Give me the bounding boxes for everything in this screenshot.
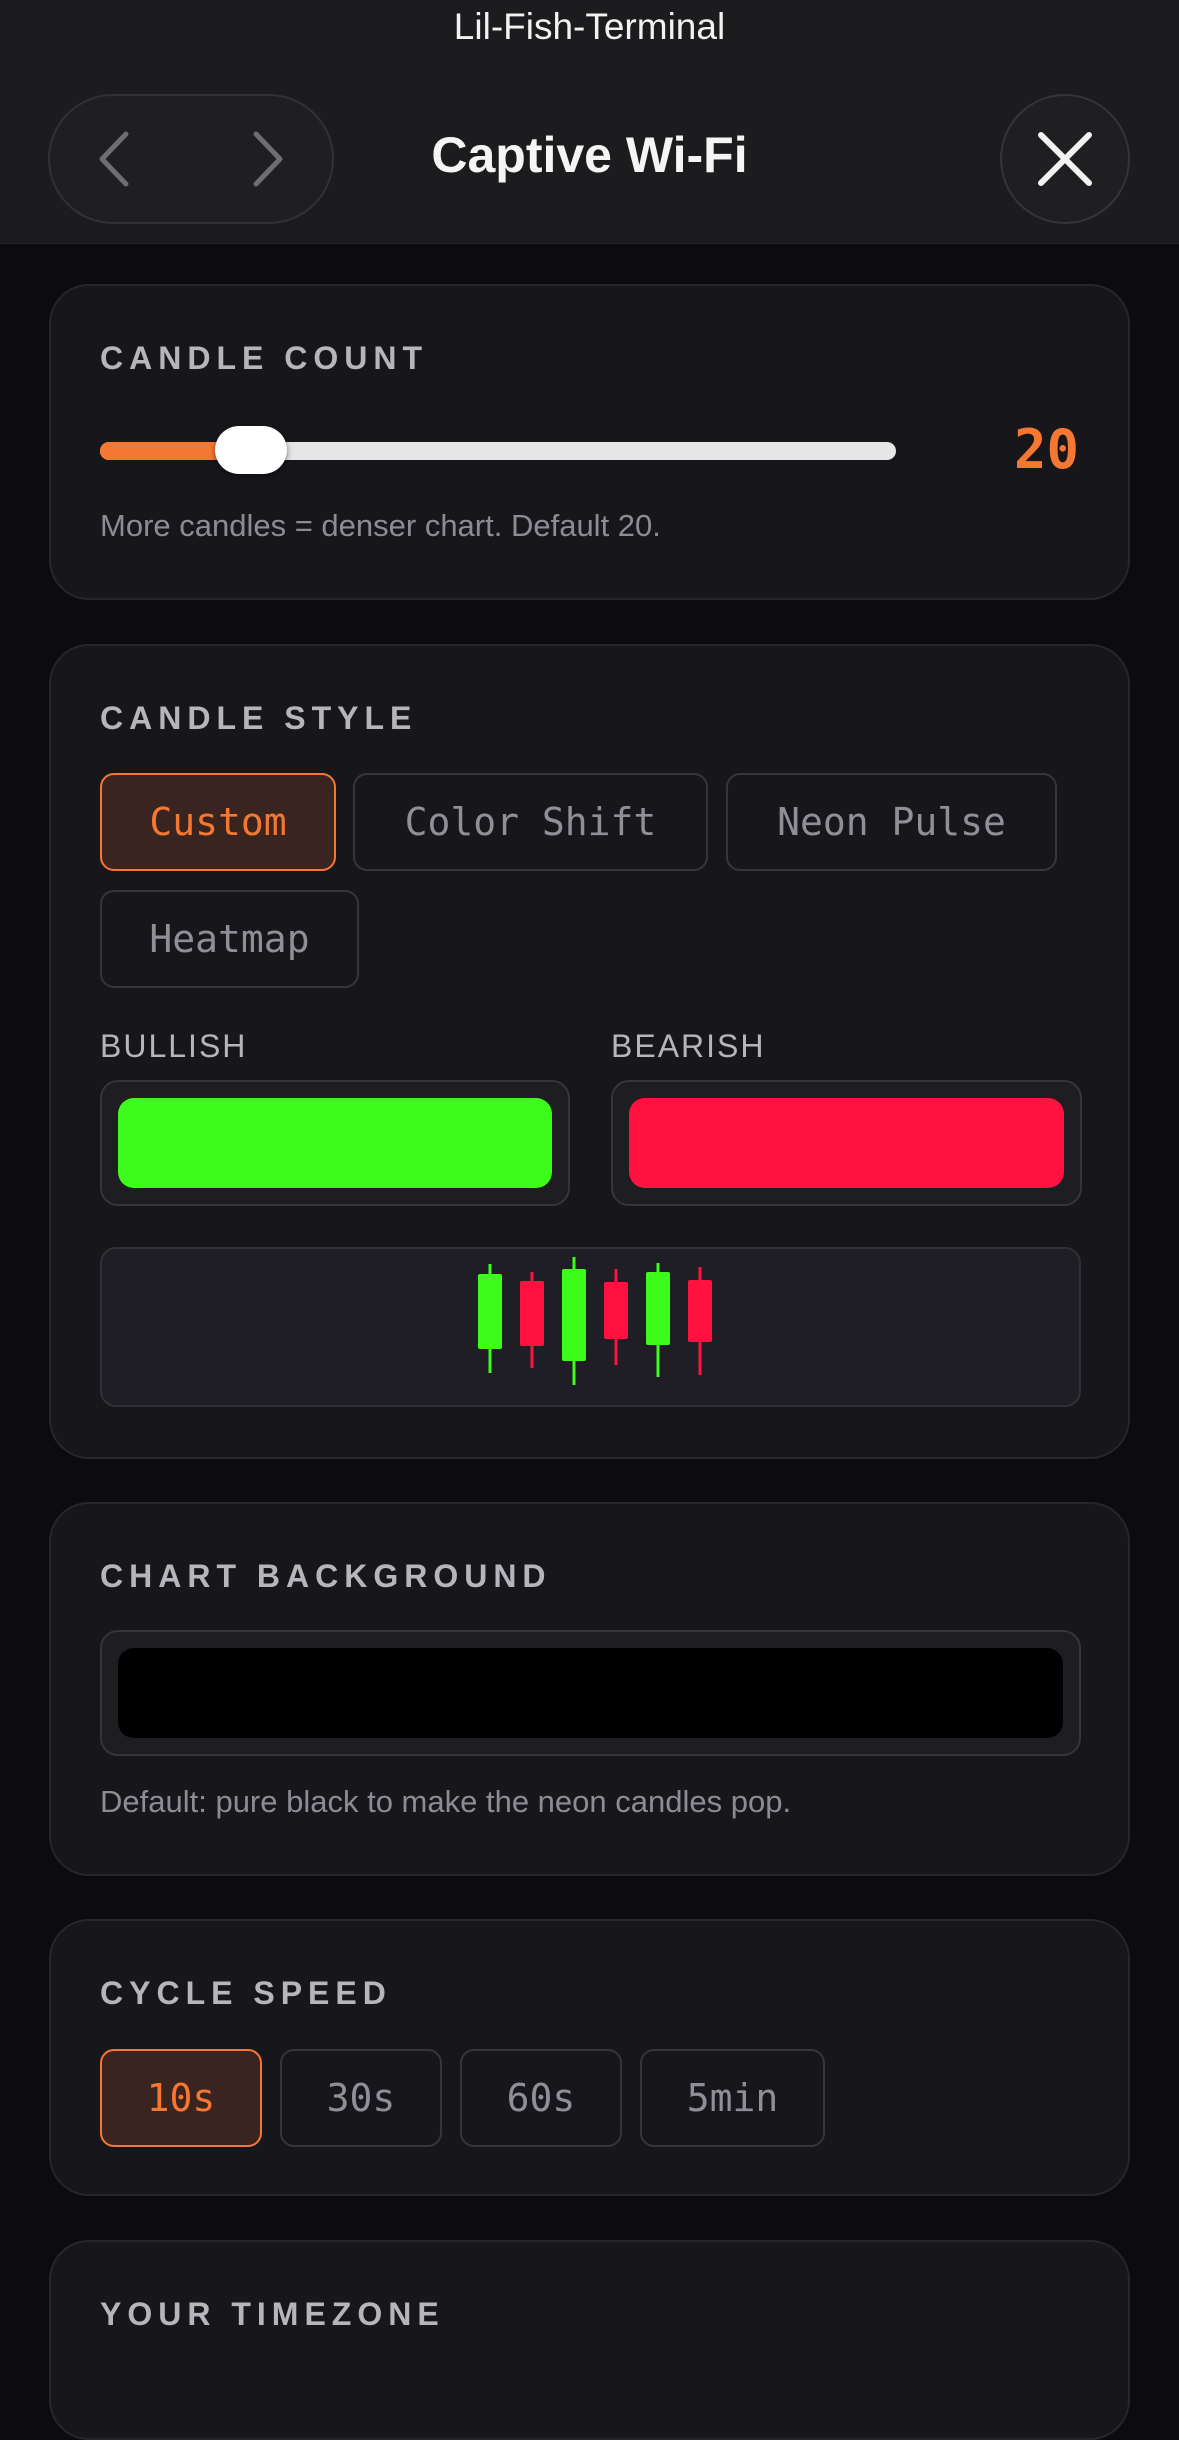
close-icon [1038, 132, 1092, 186]
candle-style-title: CANDLE STYLE [100, 700, 418, 736]
bullish-candle [478, 1264, 502, 1373]
bullish-candle [562, 1257, 586, 1385]
page-title: Captive Wi-Fi [431, 127, 748, 183]
cycle-speed-title: CYCLE SPEED [100, 1975, 392, 2011]
back-button[interactable] [54, 96, 174, 222]
candle-style-card: CANDLE STYLE Custom Color Shift Neon Pul… [49, 644, 1130, 1459]
bearish-candle [520, 1272, 544, 1368]
speed-option-30s[interactable]: 30s [280, 2049, 442, 2147]
speed-option-60s[interactable]: 60s [460, 2049, 622, 2147]
style-option-neon-pulse[interactable]: Neon Pulse [726, 773, 1057, 871]
chart-background-hint: Default: pure black to make the neon can… [100, 1784, 792, 1819]
candle-body [520, 1281, 544, 1346]
app-name: Lil-Fish-Terminal [453, 6, 726, 47]
bearish-candle [688, 1267, 712, 1375]
candle-count-slider[interactable] [100, 426, 896, 474]
candle-count-hint: More candles = denser chart. Default 20. [100, 508, 661, 543]
candle-count-title: CANDLE COUNT [100, 340, 428, 376]
timezone-card: YOUR TIMEZONE [49, 2240, 1130, 2440]
candle-body [646, 1272, 670, 1345]
chart-background-card: CHART BACKGROUND Default: pure black to … [49, 1502, 1130, 1876]
navigation-group [48, 94, 334, 224]
slider-thumb[interactable] [215, 426, 288, 474]
speed-option-10s[interactable]: 10s [100, 2049, 262, 2147]
style-option-heatmap[interactable]: Heatmap [100, 890, 359, 988]
bullish-color-swatch [118, 1098, 552, 1188]
bearish-color-swatch [629, 1098, 1064, 1188]
candle-count-card: CANDLE COUNT 20 More candles = denser ch… [49, 284, 1130, 600]
bearish-color-picker[interactable] [611, 1080, 1082, 1206]
candle-body [478, 1274, 502, 1349]
bearish-candle [604, 1269, 628, 1365]
bullish-candle [646, 1263, 670, 1377]
close-button[interactable] [1000, 94, 1130, 224]
style-option-color-shift[interactable]: Color Shift [353, 773, 708, 871]
speed-option-5min[interactable]: 5min [640, 2049, 825, 2147]
chart-background-picker[interactable] [100, 1630, 1081, 1756]
cycle-speed-card: CYCLE SPEED 10s 30s 60s 5min [49, 1919, 1130, 2196]
chevron-left-icon [99, 131, 129, 187]
candle-body [688, 1280, 712, 1342]
candle-preview [100, 1247, 1081, 1407]
bullish-label: BULLISH [100, 1028, 248, 1064]
bullish-color-picker[interactable] [100, 1080, 570, 1206]
chart-background-title: CHART BACKGROUND [100, 1558, 552, 1594]
candle-body [604, 1282, 628, 1339]
chevron-right-icon [253, 131, 283, 187]
bearish-label: BEARISH [611, 1028, 766, 1064]
top-bar: Lil-Fish-Terminal Captive Wi-Fi [0, 0, 1179, 244]
candle-body [562, 1269, 586, 1361]
candle-count-value: 20 [1013, 418, 1079, 481]
timezone-title: YOUR TIMEZONE [100, 2296, 445, 2332]
style-option-custom[interactable]: Custom [100, 773, 336, 871]
candle-preview-chart [478, 1257, 712, 1385]
chart-background-swatch [118, 1648, 1063, 1738]
